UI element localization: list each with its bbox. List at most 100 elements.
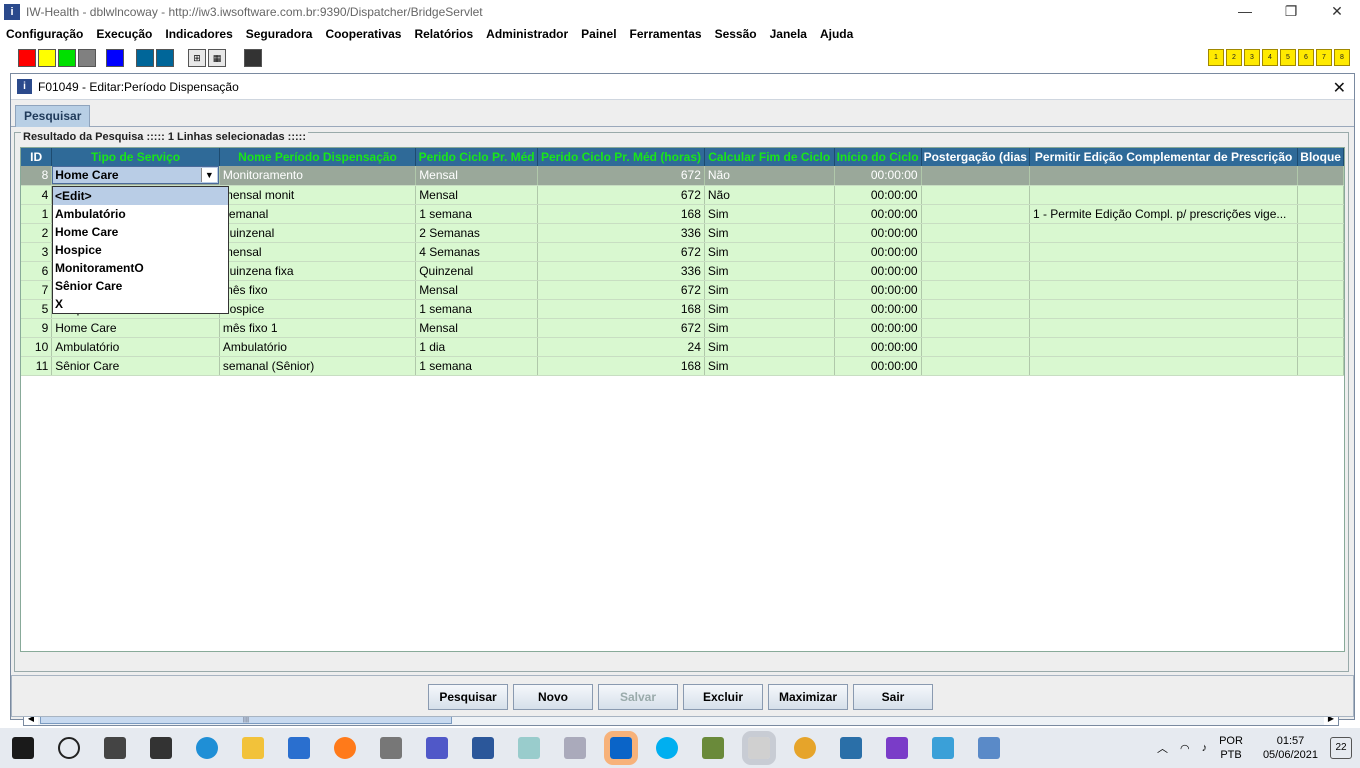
- chart-app-icon[interactable]: [702, 737, 724, 759]
- column-header[interactable]: Bloque: [1297, 148, 1344, 166]
- dark-theme-icon[interactable]: [244, 48, 262, 67]
- column-header[interactable]: ID: [21, 148, 53, 166]
- color-swatch-icon[interactable]: [38, 48, 56, 67]
- menu-item[interactable]: Seguradora: [246, 27, 313, 41]
- table-cell[interactable]: 00:00:00: [834, 299, 922, 319]
- table-cell[interactable]: Mensal: [415, 185, 539, 205]
- notification-icon[interactable]: 22: [1330, 737, 1352, 759]
- teams-icon[interactable]: [426, 737, 448, 759]
- chrome-icon[interactable]: [794, 737, 816, 759]
- menu-item[interactable]: Painel: [581, 27, 616, 41]
- minimize-icon[interactable]: —: [1222, 0, 1268, 24]
- table-cell[interactable]: 1 semana: [415, 356, 539, 376]
- monitor-icon[interactable]: [564, 737, 586, 759]
- table-cell[interactable]: Sim: [704, 318, 835, 338]
- table-cell[interactable]: Sim: [704, 223, 835, 243]
- column-header[interactable]: Nome Período Dispensação: [219, 148, 417, 166]
- table-cell[interactable]: [921, 356, 1030, 376]
- table-cell[interactable]: 9: [21, 318, 53, 338]
- table-cell[interactable]: semanal (Sênior): [219, 356, 417, 376]
- visual-studio-icon[interactable]: [886, 737, 908, 759]
- quick-slot-button[interactable]: 6: [1298, 49, 1314, 66]
- theme-swatch-icon[interactable]: [136, 48, 154, 67]
- table-cell[interactable]: [1297, 356, 1344, 376]
- pesquisar-button[interactable]: Pesquisar: [428, 684, 508, 710]
- column-header[interactable]: Calcular Fim de Ciclo: [704, 148, 835, 166]
- table-cell[interactable]: quinzenal: [219, 223, 417, 243]
- quick-slot-button[interactable]: 5: [1280, 49, 1296, 66]
- table-cell[interactable]: Sim: [704, 299, 835, 319]
- theme-swatch-icon[interactable]: [156, 48, 174, 67]
- menu-item[interactable]: Ajuda: [820, 27, 853, 41]
- table-cell[interactable]: [921, 242, 1030, 262]
- store-icon[interactable]: [150, 737, 172, 759]
- table-cell[interactable]: [1297, 318, 1344, 338]
- table-cell[interactable]: Sim: [704, 337, 835, 357]
- table-cell[interactable]: 1 dia: [415, 337, 539, 357]
- table-cell[interactable]: [1029, 242, 1299, 262]
- table-cell[interactable]: 00:00:00: [834, 223, 922, 243]
- table-row[interactable]: 9 Home Care mês fixo 1 Mensal 672 Sim 00:00:00: [21, 318, 1344, 338]
- dropdown-option[interactable]: Ambulatório: [53, 205, 228, 223]
- table-cell[interactable]: 336: [537, 223, 705, 243]
- column-header[interactable]: Perido Ciclo Pr. Méd (horas): [537, 148, 705, 166]
- table-cell[interactable]: [1297, 261, 1344, 281]
- edge-icon[interactable]: [196, 737, 218, 759]
- tipo-servico-combobox[interactable]: Home Care ▼: [52, 166, 219, 184]
- table-cell[interactable]: 6: [21, 261, 53, 281]
- firefox-icon[interactable]: [334, 737, 356, 759]
- table-cell[interactable]: Home Care ▼: [51, 166, 220, 186]
- table-cell[interactable]: [1029, 299, 1299, 319]
- menu-item[interactable]: Cooperativas: [325, 27, 401, 41]
- theme-swatch-icon[interactable]: [106, 48, 124, 67]
- table-cell[interactable]: [1029, 185, 1299, 205]
- column-header[interactable]: Início do Ciclo: [834, 148, 922, 166]
- table-row[interactable]: 11 Sênior Care semanal (Sênior) 1 semana 168…: [21, 356, 1344, 376]
- table-cell[interactable]: semanal: [219, 204, 417, 224]
- table-cell[interactable]: Sim: [704, 204, 835, 224]
- table-cell[interactable]: [1297, 185, 1344, 205]
- menu-item[interactable]: Ferramentas: [630, 27, 702, 41]
- table-cell[interactable]: 1 semana: [415, 299, 539, 319]
- table-cell[interactable]: 00:00:00: [834, 280, 922, 300]
- outlook-icon[interactable]: [604, 731, 638, 765]
- table-cell[interactable]: 7: [21, 280, 53, 300]
- table-cell[interactable]: mensal monit: [219, 185, 417, 205]
- column-header[interactable]: Permitir Edição Complementar de Prescriç…: [1029, 148, 1299, 166]
- table-cell[interactable]: 00:00:00: [834, 261, 922, 281]
- maximizar-button[interactable]: Maximizar: [768, 684, 848, 710]
- table-cell[interactable]: Sim: [704, 280, 835, 300]
- table-cell[interactable]: [1029, 261, 1299, 281]
- table-cell[interactable]: 11: [21, 356, 53, 376]
- table-cell[interactable]: 5: [21, 299, 53, 319]
- restore-icon[interactable]: ❐: [1268, 0, 1314, 24]
- tray-chevron-icon[interactable]: ︿: [1157, 740, 1168, 756]
- tab-pesquisar[interactable]: Pesquisar: [15, 105, 91, 127]
- search-icon[interactable]: [58, 737, 80, 759]
- table-cell[interactable]: 168: [537, 356, 705, 376]
- menu-item[interactable]: Administrador: [486, 27, 568, 41]
- file-explorer-icon[interactable]: [242, 737, 264, 759]
- table-cell[interactable]: 336: [537, 261, 705, 281]
- table-cell[interactable]: 00:00:00: [834, 318, 922, 338]
- menu-item[interactable]: Execução: [96, 27, 152, 41]
- java-icon[interactable]: [742, 731, 776, 765]
- language-indicator[interactable]: POR PTB: [1219, 734, 1243, 762]
- table-cell[interactable]: Sênior Care: [51, 356, 220, 376]
- table-cell[interactable]: mês fixo 1: [219, 318, 417, 338]
- table-cell[interactable]: 1: [21, 204, 53, 224]
- network-tool-icon[interactable]: [380, 737, 402, 759]
- table-cell[interactable]: Não: [704, 185, 835, 205]
- mail-icon[interactable]: [288, 737, 310, 759]
- table-cell[interactable]: Monitoramento: [219, 166, 417, 186]
- excluir-button[interactable]: Excluir: [683, 684, 763, 710]
- table-cell[interactable]: [1029, 356, 1299, 376]
- menu-item[interactable]: Configuração: [6, 27, 83, 41]
- table-cell[interactable]: Quinzenal: [415, 261, 539, 281]
- table-cell[interactable]: Home Care: [51, 318, 220, 338]
- table-cell[interactable]: 00:00:00: [834, 356, 922, 376]
- tree-view-icon[interactable]: ⊞: [188, 48, 206, 67]
- column-header[interactable]: Perido Ciclo Pr. Méd: [415, 148, 539, 166]
- photos-icon[interactable]: [840, 737, 862, 759]
- table-cell[interactable]: 3: [21, 242, 53, 262]
